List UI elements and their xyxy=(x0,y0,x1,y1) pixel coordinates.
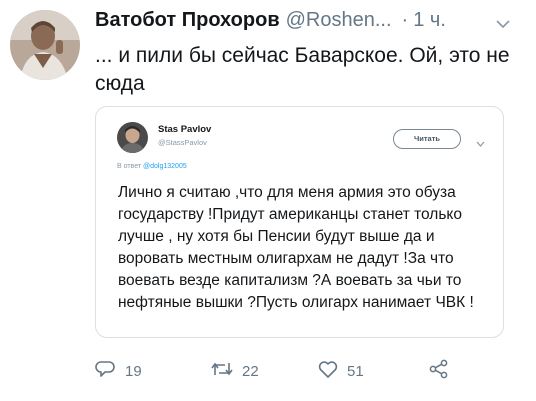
share-icon xyxy=(428,358,450,385)
chevron-down-icon[interactable] xyxy=(496,16,510,34)
reply-prefix: В ответ xyxy=(117,163,142,170)
chevron-down-icon[interactable] xyxy=(476,134,485,152)
tweet-text: ... и пили бы сейчас Баварское. Ой, это … xyxy=(95,44,510,95)
quoted-avatar[interactable] xyxy=(117,122,148,153)
quoted-tweet-text: Лично я считаю ,что для меня армия это о… xyxy=(118,184,474,311)
reply-context: В ответ @dolg132005 xyxy=(117,163,187,170)
reply-button[interactable]: 19 xyxy=(95,358,142,385)
separator: · xyxy=(401,9,409,31)
tweet-actions: 19 22 51 xyxy=(95,358,515,382)
like-button[interactable]: 51 xyxy=(317,358,364,385)
quoted-author-handle[interactable]: @StassPavlov xyxy=(158,138,207,147)
follow-button[interactable]: Читать xyxy=(393,129,461,149)
quoted-tweet[interactable]: Stas Pavlov @StassPavlov Читать В ответ … xyxy=(95,106,504,338)
like-icon xyxy=(317,358,339,385)
author-name[interactable]: Ватобот Прохоров xyxy=(95,9,280,32)
like-count: 51 xyxy=(347,363,364,380)
share-button[interactable] xyxy=(428,358,450,385)
reply-handle-link[interactable]: @dolg132005 xyxy=(143,163,187,170)
reply-count: 19 xyxy=(125,363,142,380)
tweet-header: Ватобот Прохоров @Roshen... · 1 ч. xyxy=(95,9,446,32)
avatar[interactable] xyxy=(10,10,80,80)
author-handle[interactable]: @Roshen... xyxy=(286,9,392,32)
retweet-count: 22 xyxy=(242,363,259,380)
reply-icon xyxy=(95,358,117,385)
retweet-icon xyxy=(210,358,234,385)
quoted-author-name[interactable]: Stas Pavlov xyxy=(158,124,211,135)
retweet-button[interactable]: 22 xyxy=(210,358,259,385)
timestamp[interactable]: 1 ч. xyxy=(413,9,446,32)
